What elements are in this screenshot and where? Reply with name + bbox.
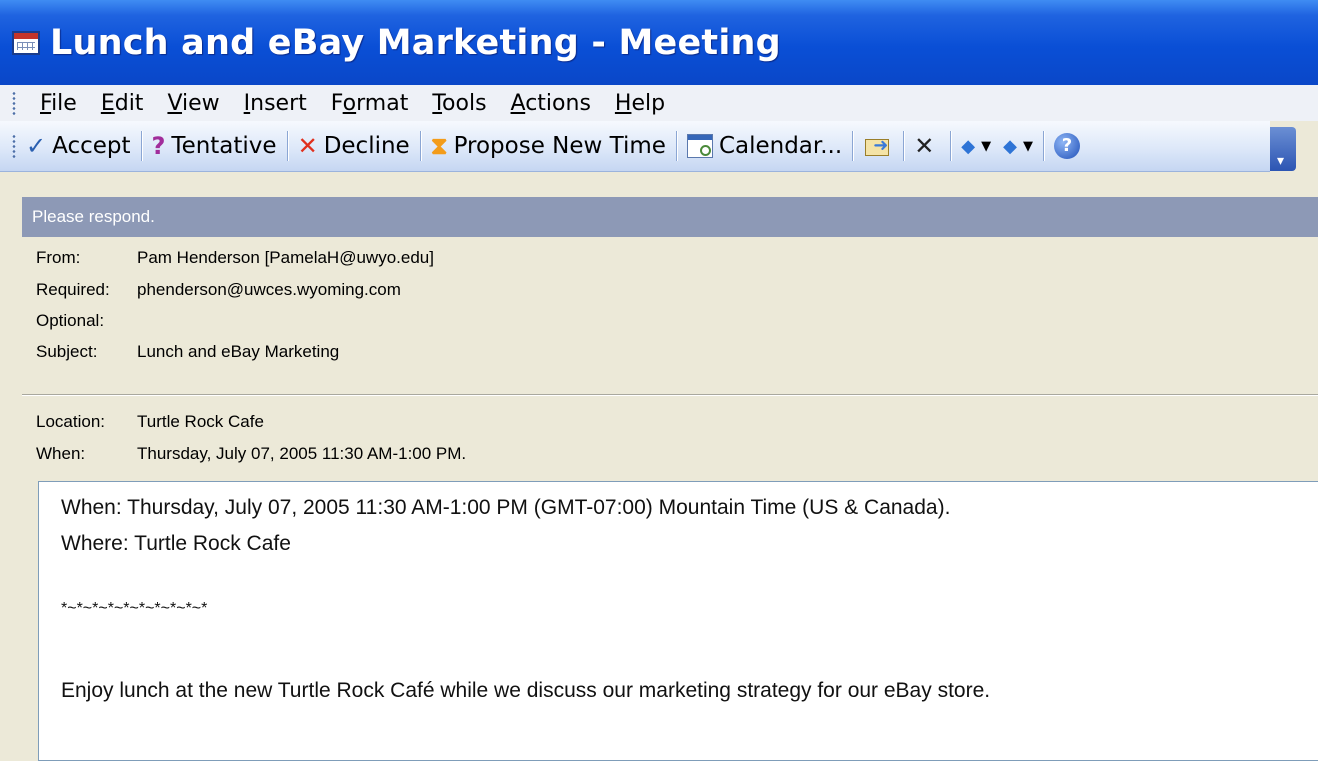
calendar-button[interactable]: Calendar...: [681, 126, 848, 166]
from-value[interactable]: Pam Henderson [PamelaH@uwyo.edu]: [137, 248, 434, 268]
optional-row: Optional:: [22, 306, 1318, 336]
from-label: From:: [36, 248, 81, 267]
delete-button[interactable]: ✕: [908, 126, 946, 166]
toolbar-separator: [903, 131, 905, 161]
subject-label: Subject:: [36, 342, 98, 361]
tentative-button[interactable]: ? Tentative: [146, 126, 283, 166]
toolbar-separator: [852, 131, 854, 161]
menu-file[interactable]: File: [28, 91, 89, 116]
question-mark-icon: ?: [151, 132, 166, 160]
up-arrow-icon: ◆: [961, 135, 976, 157]
menu-format[interactable]: Format: [319, 91, 421, 116]
decline-button[interactable]: ✕ Decline: [292, 126, 416, 166]
menu-view[interactable]: View: [155, 91, 231, 116]
required-row: Required: phenderson@uwces.wyoming.com: [22, 274, 1318, 306]
toolbar-separator: [950, 131, 952, 161]
forward-button[interactable]: [857, 126, 899, 166]
location-row: Location: Turtle Rock Cafe: [22, 406, 1318, 438]
window-title: Lunch and eBay Marketing - Meeting: [50, 22, 781, 63]
propose-time-icon: ⧗: [430, 132, 448, 160]
calendar-icon: [686, 134, 713, 158]
forward-icon: [863, 133, 893, 159]
toolbar-separator: [1042, 131, 1044, 161]
decline-label: Decline: [323, 133, 410, 159]
toolbar-options-button[interactable]: [1270, 127, 1296, 171]
toolbar-separator: [419, 131, 421, 161]
accept-label: Accept: [52, 133, 131, 159]
propose-new-time-button[interactable]: ⧗ Propose New Time: [425, 126, 672, 166]
standard-toolbar: ✓ Accept ? Tentative ✕ Decline ⧗ Propose…: [0, 121, 1270, 172]
next-item-button[interactable]: ◆ ▼: [997, 126, 1039, 166]
chevron-down-icon[interactable]: ▼: [1023, 139, 1033, 154]
menubar-grip-icon[interactable]: [12, 91, 16, 115]
location-value[interactable]: Turtle Rock Cafe: [137, 412, 264, 432]
checkmark-icon: ✓: [26, 132, 47, 160]
header-divider: [22, 394, 1318, 395]
menu-help[interactable]: Help: [603, 91, 677, 116]
message-body[interactable]: When: Thursday, July 07, 2005 11:30 AM-1…: [38, 481, 1318, 761]
body-when-line: When: Thursday, July 07, 2005 11:30 AM-1…: [61, 496, 951, 519]
info-bar: Please respond.: [22, 197, 1318, 237]
chevron-down-icon[interactable]: ▼: [981, 139, 991, 154]
toolbar-grip-icon[interactable]: [12, 134, 16, 158]
body-where-line: Where: Turtle Rock Cafe: [61, 532, 291, 555]
help-button[interactable]: ?: [1048, 126, 1086, 166]
from-row: From: Pam Henderson [PamelaH@uwyo.edu]: [22, 242, 1318, 274]
menu-actions[interactable]: Actions: [499, 91, 603, 116]
location-label: Location:: [36, 412, 105, 431]
toolbar-separator: [286, 131, 288, 161]
accept-button[interactable]: ✓ Accept: [20, 126, 137, 166]
when-value[interactable]: Thursday, July 07, 2005 11:30 AM-1:00 PM…: [137, 444, 466, 464]
calendar-label: Calendar...: [718, 133, 843, 159]
menu-tools[interactable]: Tools: [420, 91, 498, 116]
propose-label: Propose New Time: [453, 133, 666, 159]
when-label: When:: [36, 444, 86, 463]
required-value[interactable]: phenderson@uwces.wyoming.com: [137, 280, 401, 300]
meeting-header-fields: From: Pam Henderson [PamelaH@uwyo.edu] R…: [22, 242, 1318, 368]
delete-x-icon: ✕: [914, 132, 935, 160]
optional-label: Optional:: [36, 311, 105, 330]
title-bar: Lunch and eBay Marketing - Meeting: [0, 0, 1318, 85]
help-icon: ?: [1053, 133, 1080, 159]
menu-edit[interactable]: Edit: [89, 91, 156, 116]
meeting-time-fields: Location: Turtle Rock Cafe When: Thursda…: [22, 406, 1318, 470]
meeting-calendar-icon: [12, 30, 40, 55]
red-x-icon: ✕: [297, 132, 318, 160]
tentative-label: Tentative: [171, 133, 277, 159]
subject-row: Subject: Lunch and eBay Marketing: [22, 336, 1318, 368]
required-label: Required:: [36, 280, 110, 299]
previous-item-button[interactable]: ◆ ▼: [955, 126, 997, 166]
toolbar-separator: [675, 131, 677, 161]
when-row: When: Thursday, July 07, 2005 11:30 AM-1…: [22, 438, 1318, 470]
menu-bar: File Edit View Insert Format Tools Actio…: [0, 85, 1318, 121]
down-arrow-icon: ◆: [1003, 135, 1017, 157]
menu-insert[interactable]: Insert: [232, 91, 319, 116]
subject-value[interactable]: Lunch and eBay Marketing: [137, 342, 339, 362]
body-separator-line: *~*~*~*~*~*~*~*~*~*: [61, 600, 208, 617]
body-message-line: Enjoy lunch at the new Turtle Rock Café …: [61, 679, 991, 702]
toolbar-separator: [140, 131, 142, 161]
